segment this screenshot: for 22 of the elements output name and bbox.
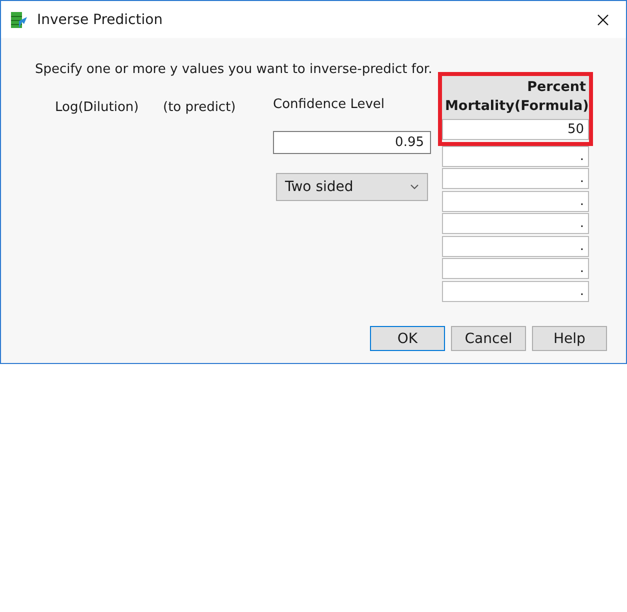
dialog-button[interactable]: OK <box>370 326 445 351</box>
instruction-text: Specify one or more y values you want to inverse-predict for. <box>35 62 434 79</box>
close-icon <box>597 14 609 26</box>
window-title: Inverse Prediction <box>37 12 164 28</box>
value-cell[interactable]: . <box>442 258 589 279</box>
value-cell[interactable]: 50 <box>442 119 589 140</box>
confidence-label: Confidence Level <box>273 97 386 114</box>
value-cell[interactable]: . <box>442 146 589 166</box>
column-label: Log(Dilution) <box>55 100 140 117</box>
value-cell[interactable]: . <box>442 168 589 189</box>
confidence-field[interactable]: 0.95 <box>273 131 431 154</box>
value-cell[interactable]: . <box>442 213 589 234</box>
caret-icon <box>410 184 419 190</box>
predict-note: (to predict) <box>163 100 237 117</box>
value-cell[interactable]: . <box>442 280 589 302</box>
value-cell[interactable]: . <box>442 190 589 212</box>
column-header: Percent Mortality(Formula) <box>442 76 589 119</box>
dialog-button[interactable]: Cancel <box>451 326 526 351</box>
dialog-button[interactable]: Help <box>532 326 607 351</box>
app-icon <box>9 10 29 30</box>
sides-dropdown[interactable]: Two sided <box>276 173 428 201</box>
value-cell[interactable]: . <box>442 236 589 256</box>
